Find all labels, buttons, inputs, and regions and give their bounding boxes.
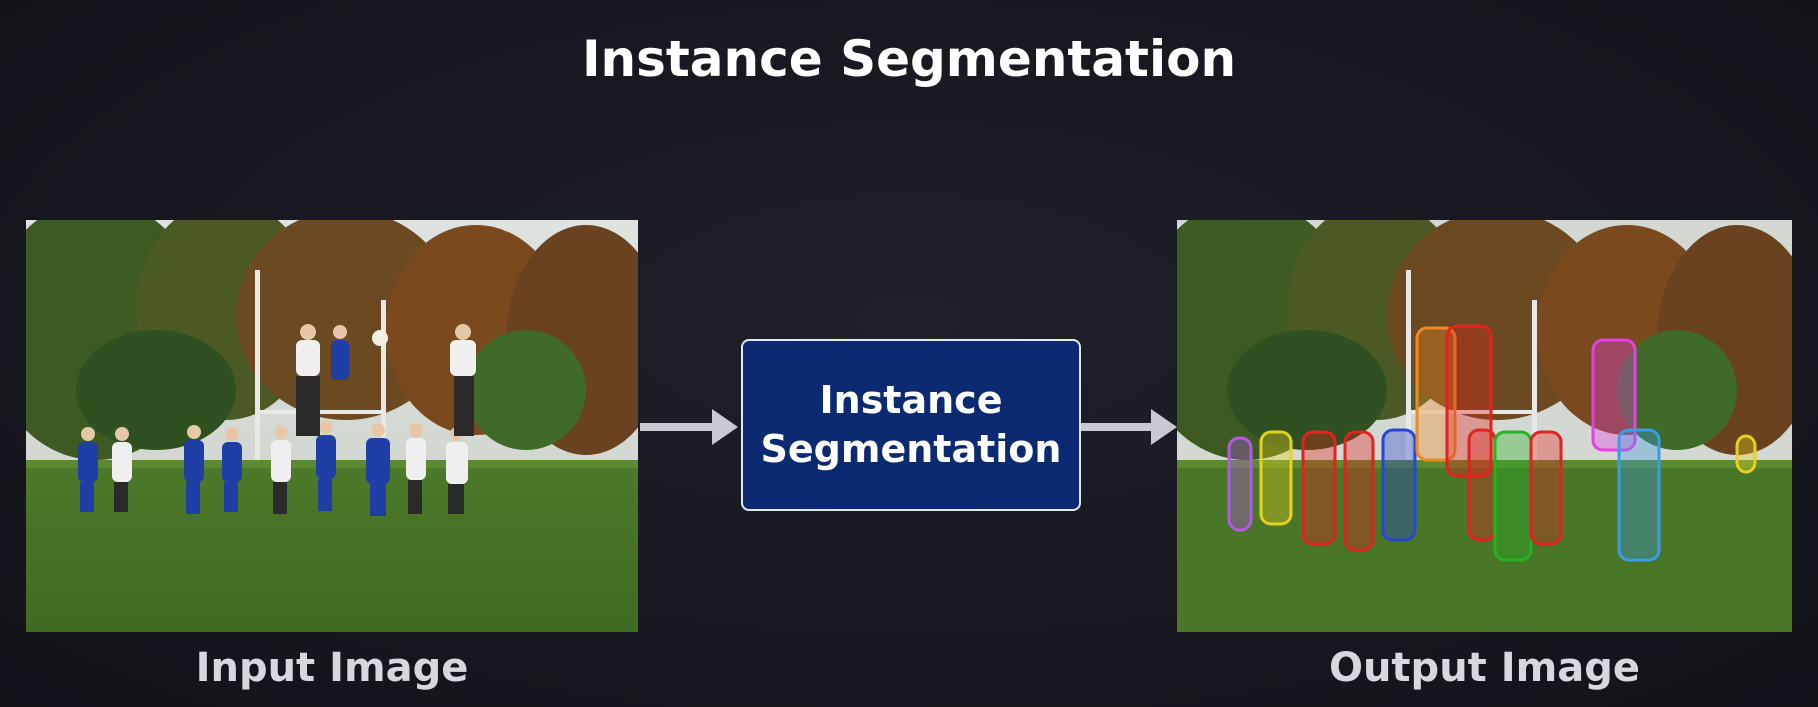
segmentation-mask [1529,430,1563,546]
instance-segmentation-label: Instance Segmentation [760,378,1062,471]
segmentation-mask [1259,430,1293,526]
output-image-caption: Output Image [1328,645,1641,691]
segmentation-mask [1617,428,1661,562]
input-arrow-icon [640,409,738,445]
segmentation-mask [1301,430,1337,546]
page-title: Instance Segmentation [581,30,1237,88]
output-arrow-icon [1081,409,1177,445]
output-image [1177,220,1792,632]
input-image [26,220,638,632]
segmentation-mask [1445,324,1493,478]
segmentation-mask [1343,430,1375,552]
segmentation-mask [1381,428,1417,542]
input-image-caption: Input Image [195,645,469,691]
segmentation-mask [1493,430,1533,562]
segmentation-mask [1227,436,1253,532]
instance-segmentation-box: Instance Segmentation [741,339,1081,511]
segmentation-mask [1735,434,1757,474]
